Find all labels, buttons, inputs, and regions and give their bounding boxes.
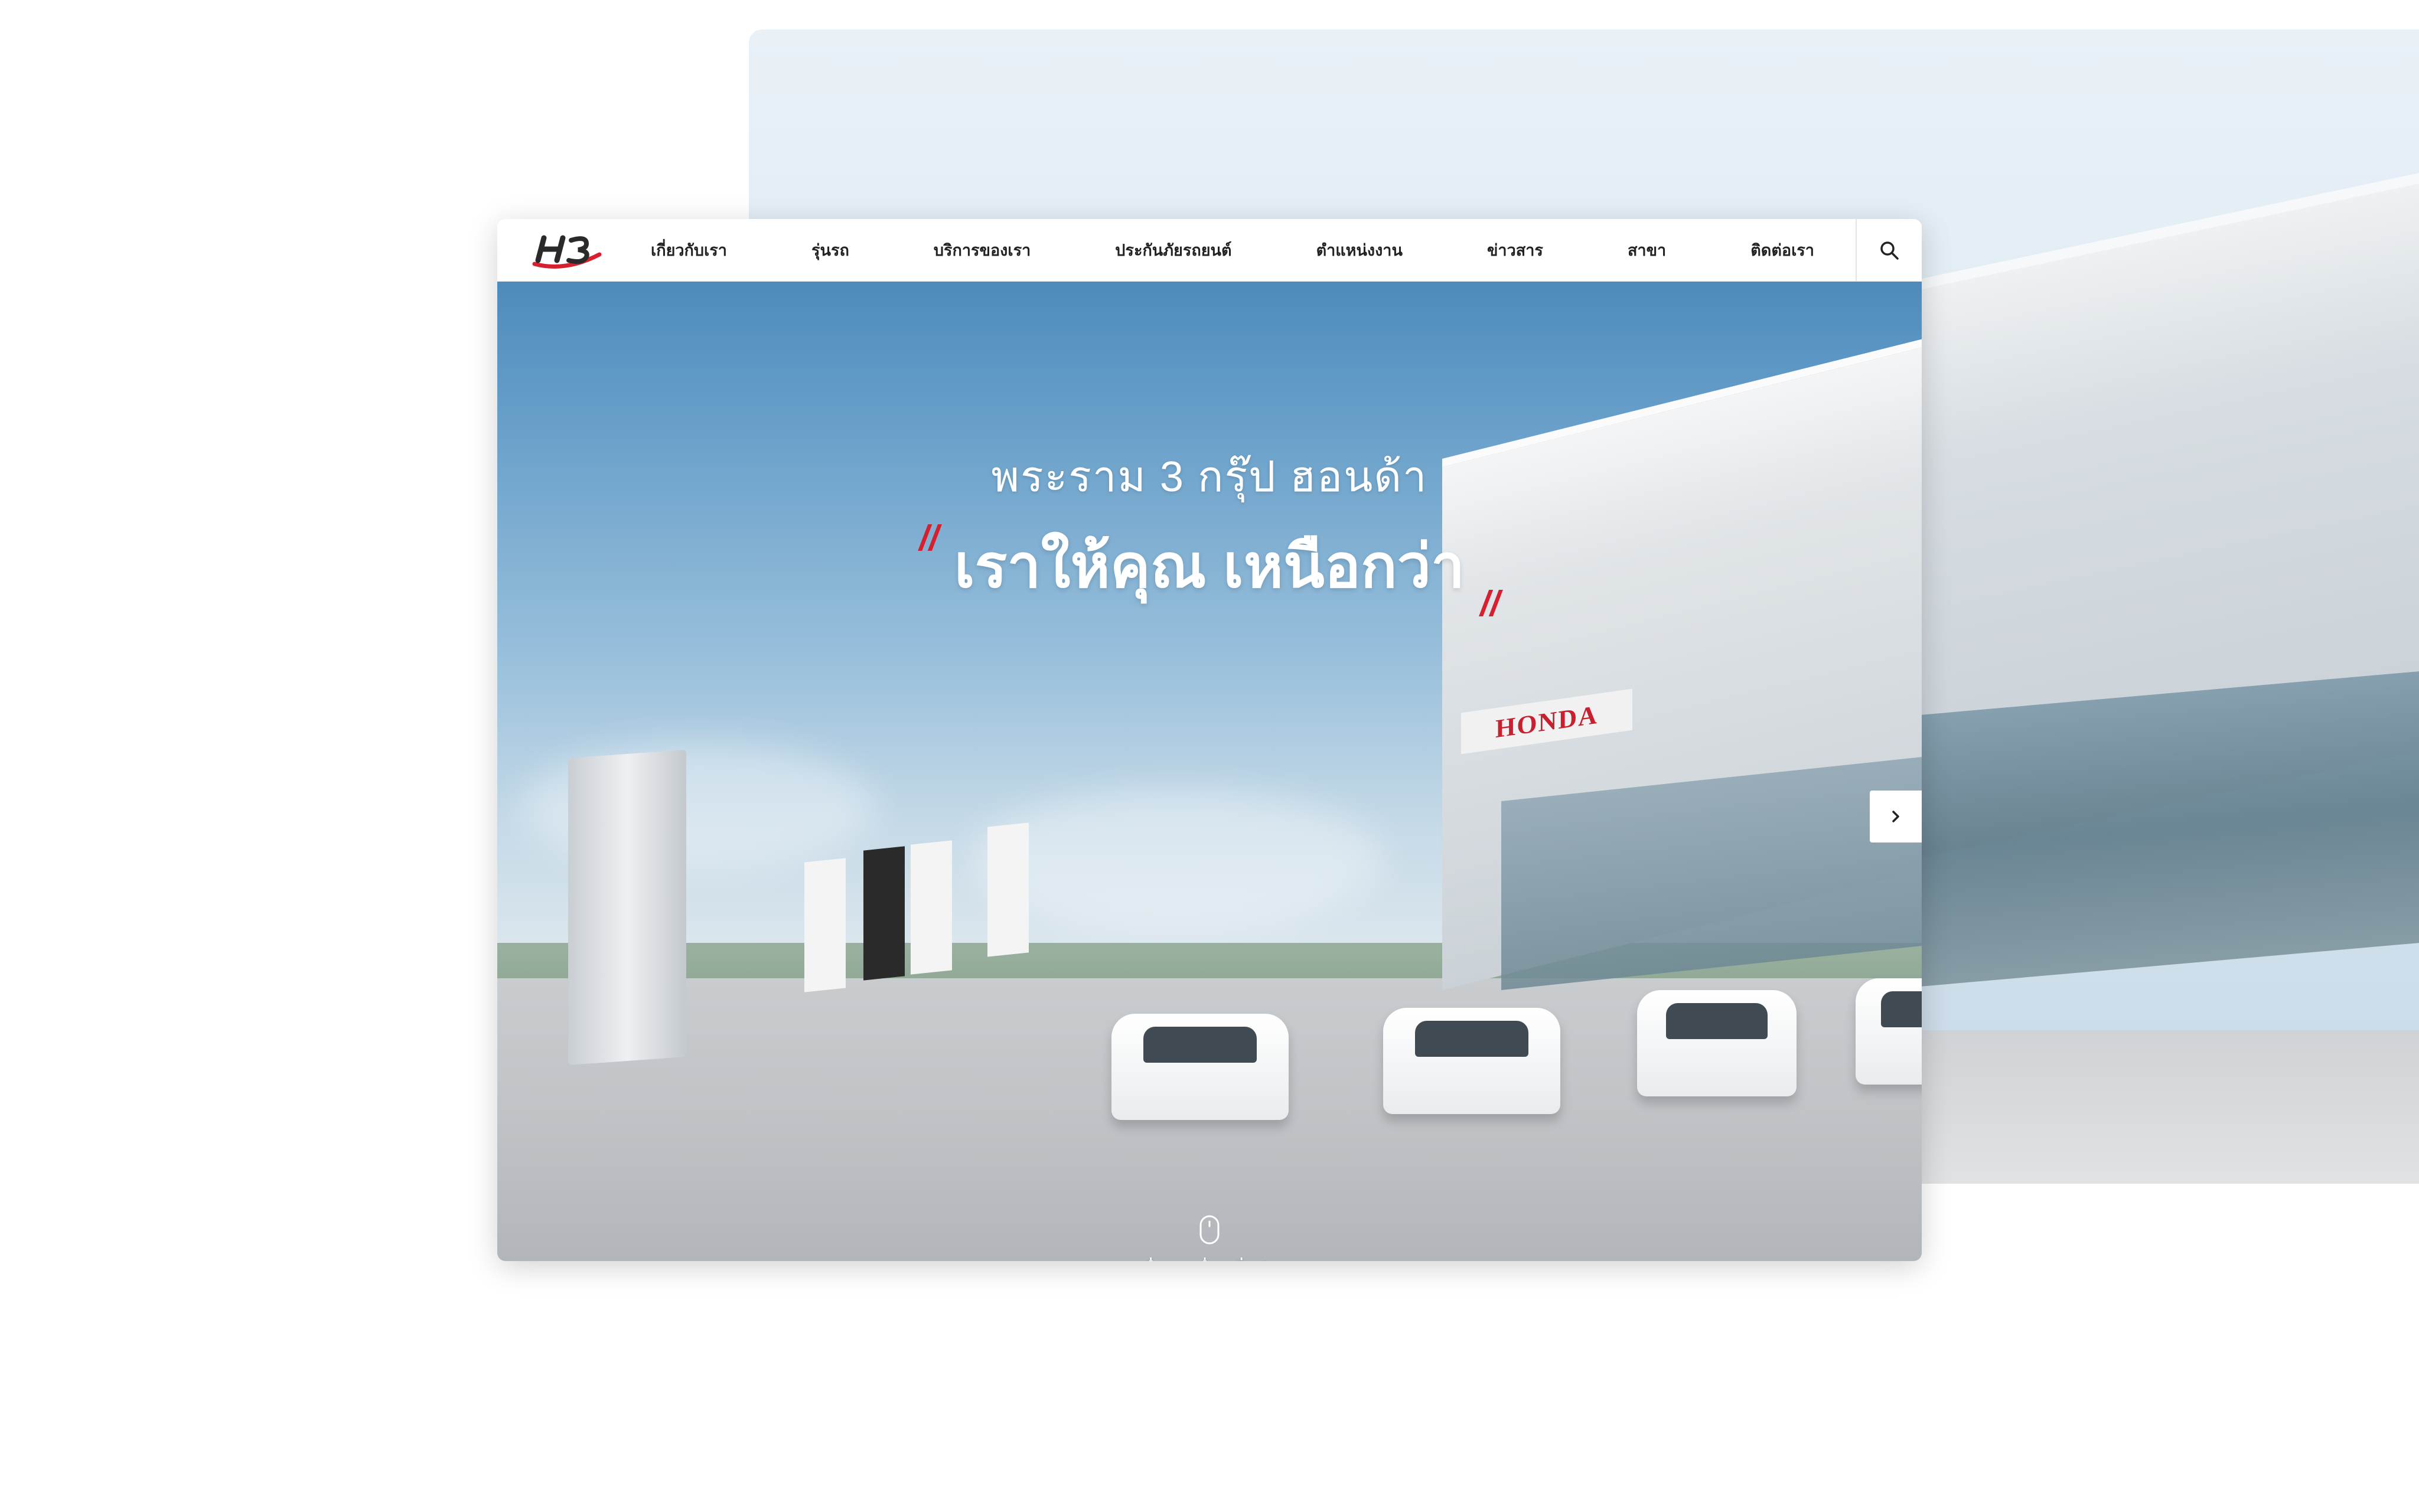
hero-title-row: // เราให้คุณ เหนือกว่า // (497, 518, 1922, 623)
chevron-right-icon (1892, 811, 1899, 822)
flag (863, 846, 905, 981)
nav-item-branches[interactable]: สาขา (1628, 237, 1666, 263)
nav-item-news[interactable]: ข่าวสาร (1487, 237, 1543, 263)
search-icon (1880, 241, 1899, 260)
hero-subtitle: พระราม 3 กรุ๊ป ฮอนด้า (991, 453, 1428, 501)
presentation-stage: เกี่ยวกับเรา รุ่นรถ บริการของเรา ประกันภ… (0, 0, 2419, 1512)
cloud (970, 789, 1383, 931)
nav-item-models[interactable]: รุ่นรถ (811, 237, 849, 263)
h3-logo[interactable] (497, 219, 639, 282)
nav-item-services[interactable]: บริการของเรา (934, 237, 1031, 263)
car (1383, 1008, 1560, 1114)
hero-banner: HONDA พระราม 3 กรุ๊ป ฮอนด้า // เราให้คุณ… (497, 282, 1922, 1261)
car (1637, 990, 1797, 1096)
car (1111, 1014, 1289, 1120)
search-button[interactable] (1856, 219, 1922, 282)
quote-open-mark: // (919, 518, 939, 558)
h3-logo-icon (532, 235, 602, 269)
nav-item-contact[interactable]: ติดต่อเรา (1750, 237, 1814, 263)
car (1856, 978, 1922, 1085)
quote-close-mark: // (1480, 584, 1500, 623)
flag (911, 840, 952, 975)
scroll-hint-text: เลื่อนลงเพื่อดูเพิ่มเติม (1139, 1256, 1280, 1261)
hero-title: เราให้คุณ เหนือกว่า (954, 533, 1465, 600)
mouse-icon (1199, 1215, 1220, 1245)
nav-item-insurance[interactable]: ประกันภัยรถยนต์ (1115, 237, 1231, 263)
nav-menu: เกี่ยวกับเรา รุ่นรถ บริการของเรา ประกันภ… (639, 219, 1856, 282)
nav-item-about[interactable]: เกี่ยวกับเรา (651, 237, 727, 263)
flag (804, 858, 846, 992)
nav-item-careers[interactable]: ตำแหน่งงาน (1316, 237, 1403, 263)
slider-next-button[interactable] (1870, 791, 1922, 842)
website-mockup: เกี่ยวกับเรา รุ่นรถ บริการของเรา ประกันภ… (497, 219, 1922, 1261)
flag (987, 822, 1029, 957)
honda-pylon-sign (568, 750, 686, 1065)
top-navbar: เกี่ยวกับเรา รุ่นรถ บริการของเรา ประกันภ… (497, 219, 1922, 282)
scroll-hint[interactable]: เลื่อนลงเพื่อดูเพิ่มเติม (497, 1214, 1922, 1261)
